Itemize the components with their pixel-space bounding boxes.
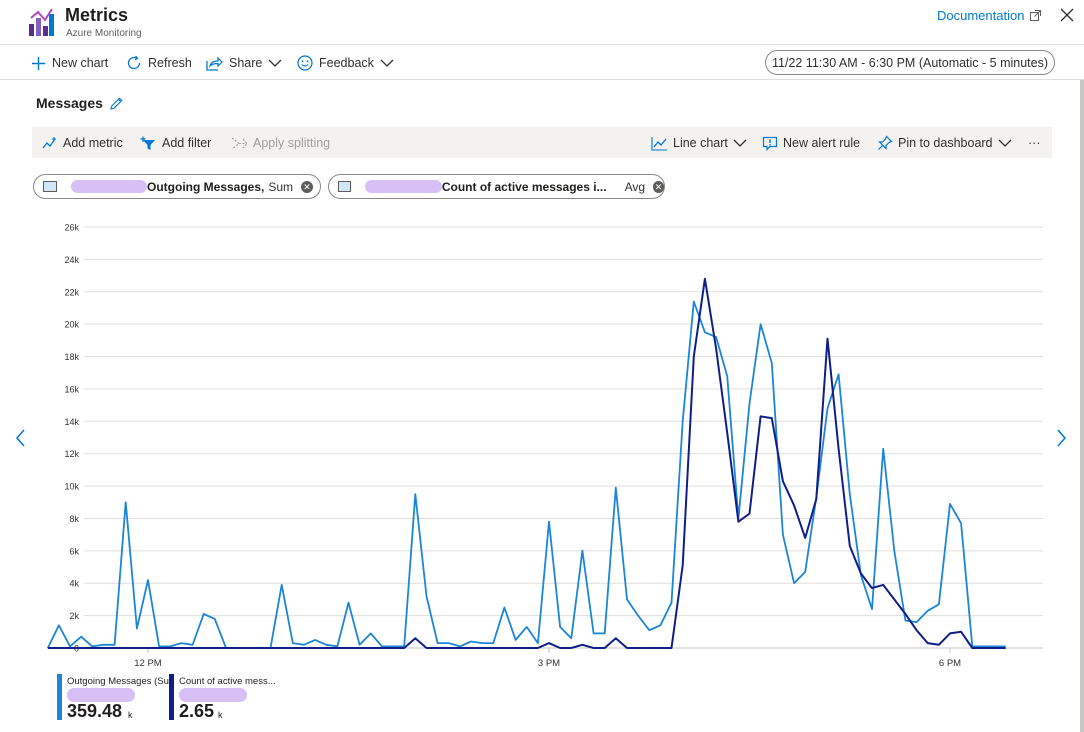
add-filter-label: Add filter bbox=[162, 136, 212, 150]
x-tick-label: 6 PM bbox=[939, 658, 961, 669]
remove-metric-icon[interactable]: ✕ bbox=[301, 180, 314, 193]
legend-series-name: Count of active mess... bbox=[179, 676, 276, 687]
legend-unit: k bbox=[218, 710, 223, 720]
refresh-label: Refresh bbox=[148, 56, 192, 70]
legend-value: 2.65 bbox=[179, 701, 215, 721]
chevron-down-icon bbox=[998, 139, 1011, 147]
metric-pill-name: Count of active messages i... bbox=[441, 179, 607, 194]
share-label: Share bbox=[229, 56, 263, 70]
remove-metric-icon[interactable]: ✕ bbox=[653, 180, 665, 193]
metric-pill-outgoing[interactable]: Outgoing Messages, Sum ✕ bbox=[33, 174, 321, 199]
splitting-icon bbox=[231, 137, 248, 149]
external-link-icon bbox=[1030, 10, 1042, 21]
y-tick-label: 16k bbox=[64, 384, 79, 394]
add-metric-button[interactable]: Add metric bbox=[42, 134, 123, 152]
legend-swatch bbox=[169, 674, 174, 720]
legend-series-name: Outgoing Messages (Sum) bbox=[67, 676, 172, 687]
line-chart-icon bbox=[651, 136, 667, 151]
legend-swatch bbox=[57, 674, 62, 720]
y-tick-label: 20k bbox=[64, 320, 79, 330]
new-alert-rule-button[interactable]: New alert rule bbox=[762, 134, 860, 152]
chart-type-label: Line chart bbox=[673, 136, 728, 150]
chart-type-dropdown[interactable]: Line chart bbox=[651, 134, 747, 152]
share-icon bbox=[206, 56, 223, 71]
feedback-label: Feedback bbox=[319, 56, 374, 70]
new-chart-label: New chart bbox=[52, 56, 109, 70]
y-tick-label: 14k bbox=[64, 417, 79, 427]
resource-icon bbox=[43, 181, 57, 192]
more-options-button[interactable]: ··· bbox=[1028, 134, 1041, 152]
share-button[interactable]: Share bbox=[206, 52, 282, 74]
y-tick-label: 6k bbox=[69, 546, 79, 556]
documentation-label: Documentation bbox=[937, 8, 1025, 23]
chevron-down-icon bbox=[380, 59, 394, 67]
pin-to-dashboard-label: Pin to dashboard bbox=[898, 136, 993, 150]
series-line-outgoing-messages[interactable] bbox=[46, 300, 1006, 649]
add-metric-label: Add metric bbox=[63, 136, 123, 150]
metrics-icon bbox=[29, 8, 54, 36]
redacted-resource-name bbox=[364, 180, 442, 193]
apply-splitting-button[interactable]: Apply splitting bbox=[231, 134, 330, 152]
resource-icon bbox=[338, 181, 351, 192]
feedback-button[interactable]: Feedback bbox=[297, 52, 394, 74]
y-tick-label: 12k bbox=[64, 449, 79, 459]
pin-to-dashboard-button[interactable]: Pin to dashboard bbox=[877, 134, 1012, 152]
y-tick-label: 2k bbox=[69, 611, 79, 621]
refresh-icon bbox=[127, 55, 141, 70]
redacted-resource-name bbox=[71, 180, 147, 193]
y-tick-label: 10k bbox=[64, 482, 79, 492]
time-range-picker[interactable]: 11/22 11:30 AM - 6:30 PM (Automatic - 5 … bbox=[765, 50, 1055, 75]
pin-icon bbox=[878, 135, 893, 150]
metric-pill-aggregation: Sum bbox=[268, 179, 294, 194]
legend-unit: k bbox=[128, 710, 133, 720]
chevron-down-icon bbox=[733, 139, 747, 147]
alert-icon bbox=[762, 136, 778, 151]
app-title: Metrics bbox=[65, 5, 129, 25]
metric-pill-active[interactable]: Count of active messages i... Avg ✕ bbox=[328, 174, 665, 199]
x-tick-label: 12 PM bbox=[134, 658, 162, 669]
series-line-active-messages[interactable] bbox=[47, 277, 1006, 649]
title-bar: Metrics Azure Monitoring Documentation bbox=[0, 0, 1084, 45]
y-tick-label: 24k bbox=[64, 255, 79, 265]
smiley-icon bbox=[297, 55, 313, 71]
y-tick-label: 26k bbox=[64, 223, 79, 233]
chart-title-label: Messages bbox=[36, 95, 103, 111]
chevron-down-icon bbox=[268, 59, 282, 67]
legend-item-active[interactable]: Count of active mess... 2.65 k bbox=[169, 674, 279, 721]
add-metric-icon bbox=[42, 137, 56, 149]
close-icon[interactable] bbox=[1058, 6, 1076, 24]
new-alert-rule-label: New alert rule bbox=[783, 136, 861, 150]
add-filter-button[interactable]: Add filter bbox=[140, 134, 211, 152]
legend-item-outgoing[interactable]: Outgoing Messages (Sum) 359.48 k bbox=[57, 674, 172, 721]
y-tick-label: 4k bbox=[69, 579, 79, 589]
metric-pill-aggregation: Avg bbox=[624, 179, 646, 194]
pencil-icon[interactable] bbox=[109, 96, 124, 111]
y-tick-label: 8k bbox=[69, 514, 79, 524]
y-tick-label: 22k bbox=[64, 287, 79, 297]
filter-icon bbox=[140, 136, 155, 150]
documentation-link[interactable]: Documentation bbox=[937, 8, 1042, 23]
apply-splitting-label: Apply splitting bbox=[253, 136, 331, 150]
new-chart-button[interactable]: New chart bbox=[31, 52, 108, 74]
app-subtitle: Azure Monitoring bbox=[66, 28, 142, 39]
refresh-button[interactable]: Refresh bbox=[126, 52, 192, 74]
legend-value: 359.48 bbox=[67, 701, 123, 721]
chart-command-bar: Add metric Add filter Apply splitting Li… bbox=[32, 127, 1052, 158]
redacted-resource-name bbox=[179, 688, 247, 702]
plus-icon bbox=[32, 56, 45, 70]
metrics-line-chart[interactable]: 02k4k6k8k10k12k14k16k18k20k22k24k26k12 P… bbox=[0, 215, 1084, 670]
metric-pill-name: Outgoing Messages, bbox=[147, 179, 265, 194]
redacted-resource-name bbox=[67, 688, 135, 702]
x-tick-label: 3 PM bbox=[538, 658, 560, 669]
y-tick-label: 18k bbox=[64, 352, 79, 362]
chart-title[interactable]: Messages bbox=[36, 95, 124, 111]
